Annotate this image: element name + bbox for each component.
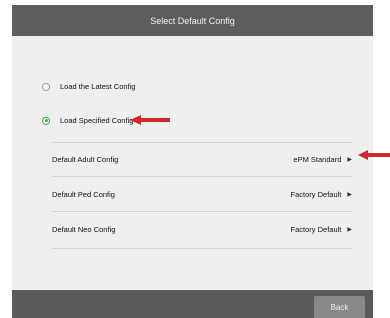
config-neo-label: Default Neo Config [52, 224, 116, 234]
config-row-ped[interactable]: Default Ped Config Factory Default ▶ [52, 179, 352, 209]
bottom-bar: Back [12, 290, 373, 318]
config-adult-value: ePM Standard [293, 154, 342, 164]
divider [52, 211, 352, 212]
config-row-adult[interactable]: Default Adult Config ePM Standard ▶ [52, 144, 352, 174]
divider [52, 142, 352, 143]
red-arrow-icon [130, 115, 170, 125]
red-arrow-icon [358, 150, 390, 160]
config-row-neo[interactable]: Default Neo Config Factory Default ▶ [52, 214, 352, 244]
chevron-right-icon: ▶ [347, 156, 352, 163]
chevron-right-icon: ▶ [347, 191, 352, 198]
divider [52, 176, 352, 177]
option-load-specified-label: Load Specified Config [60, 116, 134, 125]
option-load-specified[interactable]: Load Specified Config [42, 116, 133, 125]
dialog-title: Select Default Config [150, 15, 235, 26]
option-load-latest[interactable]: Load the Latest Config [42, 82, 135, 91]
divider [52, 248, 352, 249]
config-ped-label: Default Ped Config [52, 189, 115, 199]
radio-selected-icon[interactable] [42, 116, 50, 125]
chevron-right-icon: ▶ [347, 226, 352, 233]
config-ped-value: Factory Default [290, 189, 342, 199]
option-load-latest-label: Load the Latest Config [60, 82, 136, 91]
radio-unselected-icon[interactable] [42, 82, 50, 91]
title-bar: Select Default Config [12, 5, 373, 36]
config-adult-label: Default Adult Config [52, 154, 119, 164]
back-button[interactable]: Back [314, 296, 365, 318]
config-dialog: Select Default Config Load the Latest Co… [12, 5, 373, 318]
config-neo-value: Factory Default [290, 224, 342, 234]
